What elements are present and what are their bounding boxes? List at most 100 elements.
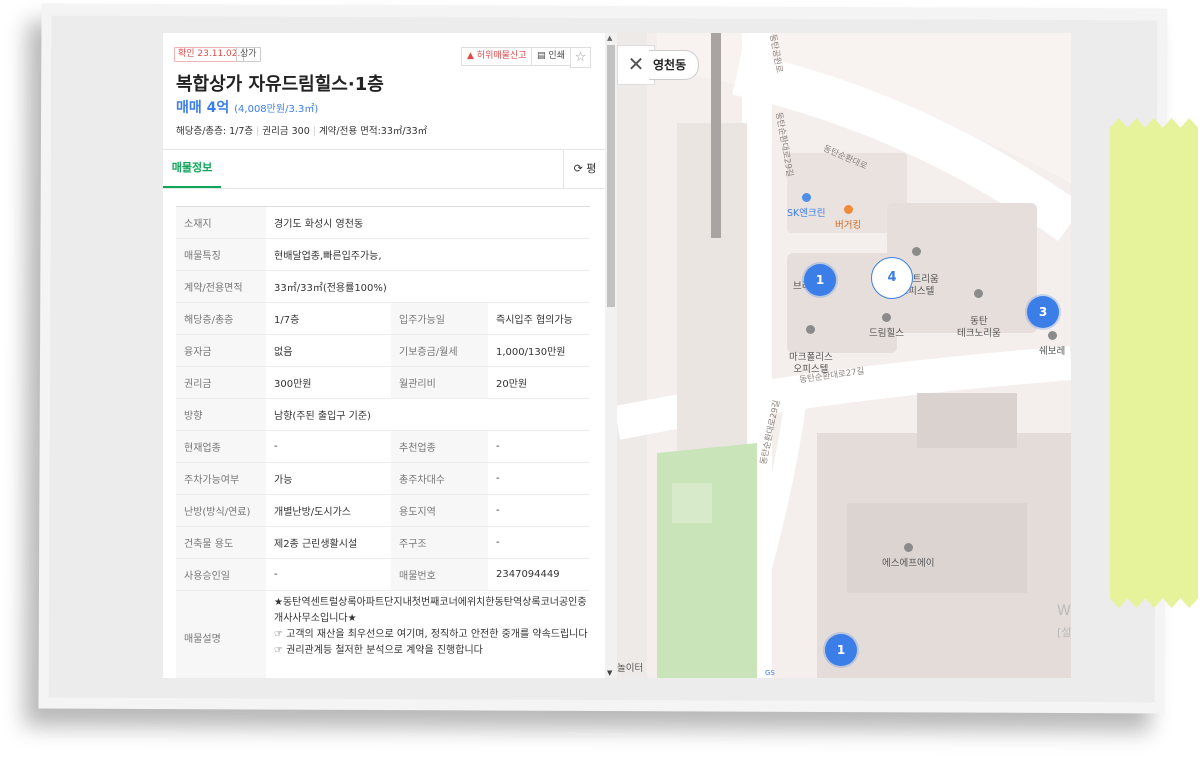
- poi-convenience[interactable]: GS: [765, 667, 775, 678]
- poi-building[interactable]: 마크폴리스 오피스텔: [789, 313, 833, 376]
- summary-premium: 권리금 300: [262, 126, 310, 137]
- summary-floor: 해당층/총층: 1/7층: [176, 126, 254, 137]
- row-value: 가능: [274, 475, 293, 486]
- poi-car-dealer[interactable]: 쉐보레: [1039, 331, 1065, 358]
- poi-building[interactable]: 드림힐스: [869, 313, 904, 340]
- building-icon: [974, 289, 984, 298]
- table-row: 건축물 용도 제2종 근린생활시설 주구조 -: [176, 527, 590, 559]
- car-dealer-icon: [1047, 331, 1057, 340]
- scroll-up-arrow-icon[interactable]: ▲: [607, 34, 612, 42]
- poi-restaurant[interactable]: 버거킹: [835, 205, 861, 232]
- row-key: 추천업종: [391, 431, 488, 462]
- poi-label: W: [1057, 603, 1071, 619]
- row-key: 입주가능일: [391, 303, 488, 334]
- row-value: -: [274, 441, 278, 452]
- table-row: 난방(방식/연료) 개별난방/도시가스 용도지역 -: [176, 495, 590, 527]
- report-button[interactable]: ▲ 허위매물신고: [461, 47, 533, 66]
- divider: |: [312, 126, 316, 137]
- row-value: 제2종 근린생활시설: [274, 539, 358, 550]
- building-icon: [912, 247, 922, 256]
- row-key: 용도지역: [391, 495, 488, 526]
- overpass: [711, 33, 721, 238]
- listing-title: 복합상가 자유드림힐스·1층: [176, 74, 384, 95]
- summary-area: 계약/전용 면적:33㎡/33㎡: [318, 126, 428, 137]
- block: [847, 503, 1027, 593]
- row-key: 건축물 용도: [176, 527, 266, 558]
- report-label: 허위매물신고: [476, 51, 527, 61]
- scrollbar-thumb[interactable]: [607, 45, 615, 307]
- row-value: 2347094449: [496, 569, 560, 580]
- table-row: 사용승인일 - 매물번호 2347094449: [176, 559, 590, 591]
- park: [657, 443, 757, 678]
- poi-building[interactable]: 동탄 테크노리움: [957, 277, 1001, 340]
- unit-toggle-label: 평: [586, 162, 597, 175]
- map-view[interactable]: ✕ 영천동 동탄순환대로29길 동탄순환대로 동탄순환대로27길 동탄순환대로2…: [617, 33, 1071, 678]
- divider: |: [256, 126, 260, 137]
- restaurant-icon: [843, 205, 853, 214]
- panel-scrollbar[interactable]: ▲ ▼: [605, 33, 617, 678]
- table-row: 주차가능여부 가능 총주차대수 -: [176, 463, 590, 495]
- confirm-date-tag: 확인 23.11.02.: [174, 47, 245, 62]
- row-value: 1/7층: [274, 315, 300, 326]
- row-value: -: [496, 473, 500, 484]
- close-icon: ✕: [627, 52, 645, 76]
- gas-station-icon: [801, 193, 811, 202]
- table-row: 매물특징 현배달업종,빠른입주가능,: [176, 239, 590, 271]
- map-cluster-marker[interactable]: 3: [1027, 296, 1059, 328]
- star-icon: ☆: [574, 50, 587, 65]
- row-value: 즉시입주 협의가능: [496, 315, 573, 326]
- building-icon: [806, 325, 816, 334]
- row-key: 기보증금/월세: [391, 335, 488, 366]
- listing-window: 확인 23.11.02. 상가 ▲ 허위매물신고 ▤ 인쇄 ☆ 복합상가 자유드…: [163, 33, 1071, 678]
- map-cluster-marker[interactable]: 4: [871, 257, 913, 299]
- row-key: 매물설명: [176, 591, 266, 678]
- print-icon: ▤: [537, 51, 546, 61]
- print-button[interactable]: ▤ 인쇄: [531, 47, 571, 66]
- poi-building[interactable]: 에스에프에이: [882, 543, 934, 570]
- poi-playground[interactable]: 놀이터: [617, 663, 643, 675]
- row-value: -: [496, 505, 500, 516]
- table-row: 융자금 없음 기보증금/월세 1,000/130만원: [176, 335, 590, 367]
- poi-label: 마크폴리스 오피스텔: [789, 352, 833, 375]
- park-feature: [672, 483, 712, 523]
- row-key: 융자금: [176, 335, 266, 366]
- listing-detail-panel: 확인 23.11.02. 상가 ▲ 허위매물신고 ▤ 인쇄 ☆ 복합상가 자유드…: [163, 33, 605, 678]
- row-value: 현배달업종,빠른입주가능,: [274, 251, 382, 262]
- print-label: 인쇄: [548, 51, 565, 61]
- detail-tabs: 매물정보 ⟳ 평: [163, 149, 605, 189]
- row-key: 권리금: [176, 367, 266, 398]
- favorite-button[interactable]: ☆: [570, 47, 591, 68]
- row-value: 300만원: [274, 379, 312, 390]
- map-base: [617, 33, 1071, 678]
- siren-icon: ▲: [467, 51, 474, 61]
- map-cluster-marker[interactable]: 1: [804, 264, 836, 296]
- listing-price: 매매 4억 (4,008만원/3.3㎡): [176, 97, 318, 117]
- row-key: 주구조: [391, 527, 488, 558]
- region-label: 영천동: [649, 50, 700, 80]
- poi-building[interactable]: [설: [1057, 627, 1071, 639]
- unit-toggle-button[interactable]: ⟳ 평: [563, 150, 605, 188]
- block: [917, 393, 1017, 448]
- row-key: 방향: [176, 399, 266, 430]
- row-key: 주차가능여부: [176, 463, 266, 494]
- map-cluster-marker[interactable]: 1: [825, 634, 857, 666]
- row-key: 총주차대수: [391, 463, 488, 494]
- listing-description: ★동탄역센트럴상록아파트단지내첫번째코너에위치한동탄역상록코너공인중개사사무소입…: [274, 597, 588, 656]
- table-row: 계약/전용면적 33㎡/33㎡(전용률100%): [176, 271, 590, 303]
- building-icon: [903, 543, 913, 552]
- table-row: 권리금 300만원 월관리비 20만원: [176, 367, 590, 399]
- row-key: 계약/전용면적: [176, 271, 266, 302]
- tab-listing-info[interactable]: 매물정보: [163, 150, 221, 188]
- poi-gas-station[interactable]: SK엔크린: [787, 193, 825, 220]
- row-value: 20만원: [496, 379, 528, 390]
- scroll-down-arrow-icon[interactable]: ▼: [607, 669, 612, 677]
- poi-label: 쉐보레: [1039, 346, 1066, 357]
- table-row: 해당층/총층 1/7층 입주가능일 즉시입주 협의가능: [176, 303, 590, 335]
- row-key: 월관리비: [391, 367, 488, 398]
- poi-label: 버거킹: [835, 220, 862, 231]
- poi-building[interactable]: W: [1057, 603, 1071, 619]
- row-value: -: [496, 441, 500, 452]
- poi-label: 에스에프에이: [882, 558, 935, 569]
- table-row: 현재업종 - 추천업종 -: [176, 431, 590, 463]
- row-key: 사용승인일: [176, 559, 266, 590]
